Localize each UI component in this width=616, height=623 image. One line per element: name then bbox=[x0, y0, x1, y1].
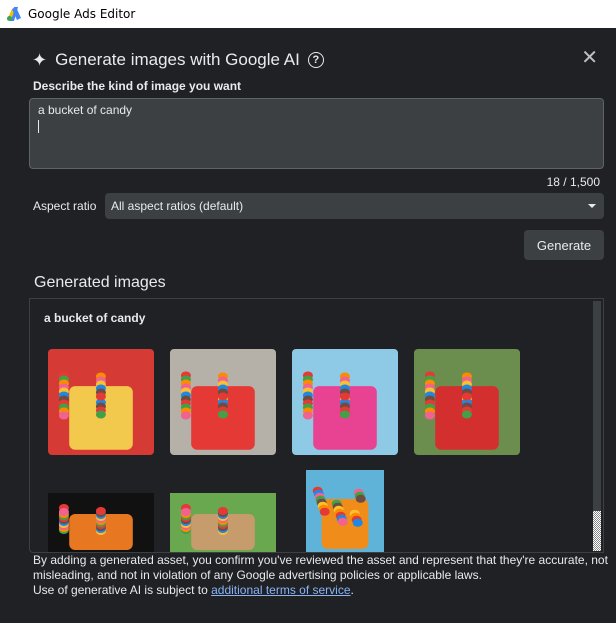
generated-images-heading: Generated images bbox=[34, 274, 166, 291]
generated-image-thumbnail[interactable] bbox=[170, 493, 276, 552]
terms-prefix: Use of generative AI is subject to bbox=[33, 583, 212, 597]
prompt-label: Describe the kind of image you want bbox=[33, 79, 242, 93]
prompt-text: a bucket of candy bbox=[38, 103, 133, 117]
dialog-title: Generate images with Google AI bbox=[55, 50, 300, 69]
char-counter: 18 / 1,500 bbox=[546, 175, 600, 189]
generate-images-dialog: ✦ Generate images with Google AI ? ✕ Des… bbox=[0, 28, 616, 623]
aspect-ratio-select[interactable]: All aspect ratios (default) bbox=[105, 193, 604, 219]
prompt-input[interactable]: a bucket of candy bbox=[29, 98, 604, 169]
window-titlebar: Google Ads Editor bbox=[0, 0, 616, 28]
generated-image-thumbnail[interactable] bbox=[292, 349, 398, 455]
help-icon[interactable]: ? bbox=[307, 52, 324, 68]
disclaimer-text: By adding a generated asset, you confirm… bbox=[33, 553, 608, 582]
generated-image-thumbnail[interactable] bbox=[306, 470, 384, 552]
dialog-header: ✦ Generate images with Google AI ? bbox=[32, 50, 324, 70]
sparkle-icon: ✦ bbox=[32, 50, 48, 70]
generated-image-thumbnail[interactable] bbox=[414, 349, 520, 455]
generated-images-gallery: a bucket of candy bbox=[29, 298, 604, 553]
gallery-scrollbar[interactable] bbox=[593, 301, 601, 551]
terms-suffix: . bbox=[350, 583, 354, 597]
aspect-ratio-label: Aspect ratio bbox=[33, 199, 97, 213]
generate-button[interactable]: Generate bbox=[524, 230, 604, 260]
text-cursor bbox=[38, 120, 39, 133]
generated-image-thumbnail[interactable] bbox=[170, 349, 276, 455]
disclaimer: By adding a generated asset, you confirm… bbox=[33, 553, 608, 598]
generated-image-thumbnail[interactable] bbox=[48, 493, 154, 552]
terms-of-service-link[interactable]: additional terms of service bbox=[211, 583, 350, 597]
image-group-title: a bucket of candy bbox=[44, 311, 146, 325]
close-icon[interactable]: ✕ bbox=[581, 48, 598, 68]
google-ads-logo-icon bbox=[7, 7, 21, 21]
app-title: Google Ads Editor bbox=[28, 7, 136, 21]
generated-image-thumbnail[interactable] bbox=[48, 349, 154, 455]
aspect-ratio-value: All aspect ratios (default) bbox=[111, 199, 244, 213]
scrollbar-handle[interactable] bbox=[593, 511, 601, 551]
chevron-down-icon bbox=[588, 204, 596, 208]
